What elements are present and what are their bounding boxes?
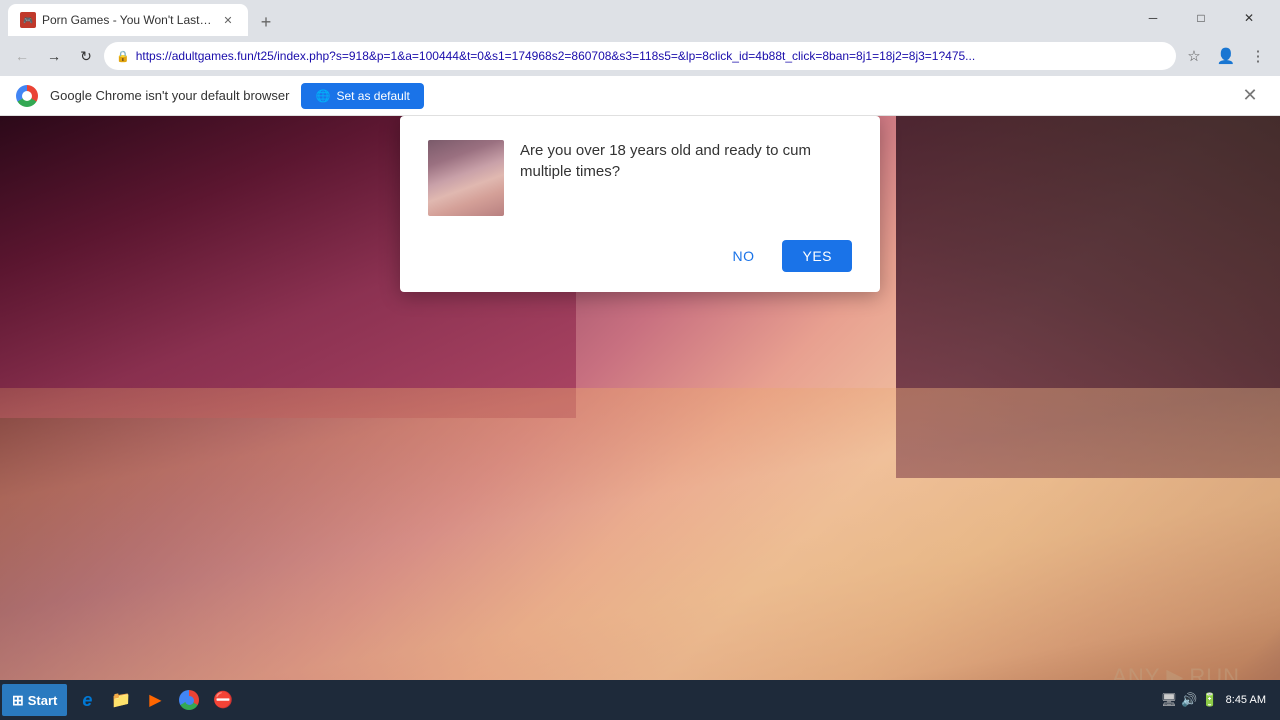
url-text: https://adultgames.fun/t25/index.php?s=9… bbox=[136, 49, 1164, 63]
tray-battery-icon: 🔋 bbox=[1201, 692, 1217, 708]
tab-close-button[interactable]: ✕ bbox=[220, 12, 236, 28]
new-tab-button[interactable]: + bbox=[252, 8, 280, 36]
wmp-icon: ▶ bbox=[149, 690, 161, 710]
start-icon: ⊞ bbox=[12, 692, 24, 709]
back-button[interactable]: ← bbox=[8, 42, 36, 70]
taskbar-chrome-button[interactable] bbox=[173, 684, 205, 716]
taskbar-items: e 📁 ▶ ⛔ bbox=[71, 684, 239, 716]
ie-icon: e bbox=[82, 690, 92, 711]
tab-title: Porn Games - You Won't Last 3 Minu... bbox=[42, 13, 214, 27]
taskbar: ⊞ Start e 📁 ▶ ⛔ 🖥 🔊 🔋 8:45 AM bbox=[0, 680, 1280, 720]
title-bar: 🎮 Porn Games - You Won't Last 3 Minu... … bbox=[0, 0, 1280, 36]
chrome-logo-icon bbox=[16, 85, 38, 107]
notification-message: Google Chrome isn't your default browser bbox=[50, 88, 289, 103]
menu-button[interactable]: ⋮ bbox=[1244, 42, 1272, 70]
tray-clock: 8:45 AM bbox=[1222, 693, 1270, 707]
modal-thumbnail bbox=[428, 140, 504, 216]
system-tray: 🖥 🔊 🔋 8:45 AM bbox=[1153, 692, 1278, 708]
tab-favicon: 🎮 bbox=[20, 12, 36, 28]
notification-close-button[interactable]: ✕ bbox=[1236, 82, 1264, 110]
taskbar-ie-button[interactable]: e bbox=[71, 684, 103, 716]
lock-icon: 🔒 bbox=[116, 50, 130, 63]
close-button[interactable]: ✕ bbox=[1226, 2, 1272, 34]
modal-overlay: Are you over 18 years old and ready to c… bbox=[0, 116, 1280, 720]
set-default-button[interactable]: 🌐 Set as default bbox=[301, 83, 423, 109]
modal-buttons: NO YES bbox=[428, 240, 852, 272]
tray-volume-icon: 🔊 bbox=[1181, 692, 1197, 708]
yes-button[interactable]: YES bbox=[782, 240, 852, 272]
taskbar-antivirus-button[interactable]: ⛔ bbox=[207, 684, 239, 716]
active-tab[interactable]: 🎮 Porn Games - You Won't Last 3 Minu... … bbox=[8, 4, 248, 36]
antivirus-icon: ⛔ bbox=[213, 690, 233, 710]
bookmark-button[interactable]: ☆ bbox=[1180, 42, 1208, 70]
address-input[interactable]: 🔒 https://adultgames.fun/t25/index.php?s… bbox=[104, 42, 1176, 70]
window-controls: ─ □ ✕ bbox=[1130, 2, 1280, 34]
minimize-button[interactable]: ─ bbox=[1130, 2, 1176, 34]
set-default-label: Set as default bbox=[336, 89, 409, 103]
taskbar-wmp-button[interactable]: ▶ bbox=[139, 684, 171, 716]
maximize-button[interactable]: □ bbox=[1178, 2, 1224, 34]
modal-image-content bbox=[428, 140, 504, 216]
age-verification-modal: Are you over 18 years old and ready to c… bbox=[400, 116, 880, 292]
modal-question-text: Are you over 18 years old and ready to c… bbox=[520, 140, 852, 182]
set-default-icon: 🌐 bbox=[315, 89, 330, 103]
address-bar: ← → ↻ 🔒 https://adultgames.fun/t25/index… bbox=[0, 36, 1280, 76]
web-content: ANY ▶ RUN Are you over 18 years old and … bbox=[0, 116, 1280, 720]
tray-network-icon: 🖥 bbox=[1161, 692, 1178, 708]
chrome-icon bbox=[179, 690, 199, 710]
notification-bar: Google Chrome isn't your default browser… bbox=[0, 76, 1280, 116]
modal-body: Are you over 18 years old and ready to c… bbox=[428, 140, 852, 216]
folder-icon: 📁 bbox=[111, 690, 131, 710]
profile-button[interactable]: 👤 bbox=[1212, 42, 1240, 70]
tab-strip: 🎮 Porn Games - You Won't Last 3 Minu... … bbox=[0, 0, 1130, 36]
taskbar-folder-button[interactable]: 📁 bbox=[105, 684, 137, 716]
refresh-button[interactable]: ↻ bbox=[72, 42, 100, 70]
start-label: Start bbox=[28, 693, 58, 708]
start-button[interactable]: ⊞ Start bbox=[2, 684, 67, 716]
forward-button[interactable]: → bbox=[40, 42, 68, 70]
no-button[interactable]: NO bbox=[716, 240, 770, 272]
